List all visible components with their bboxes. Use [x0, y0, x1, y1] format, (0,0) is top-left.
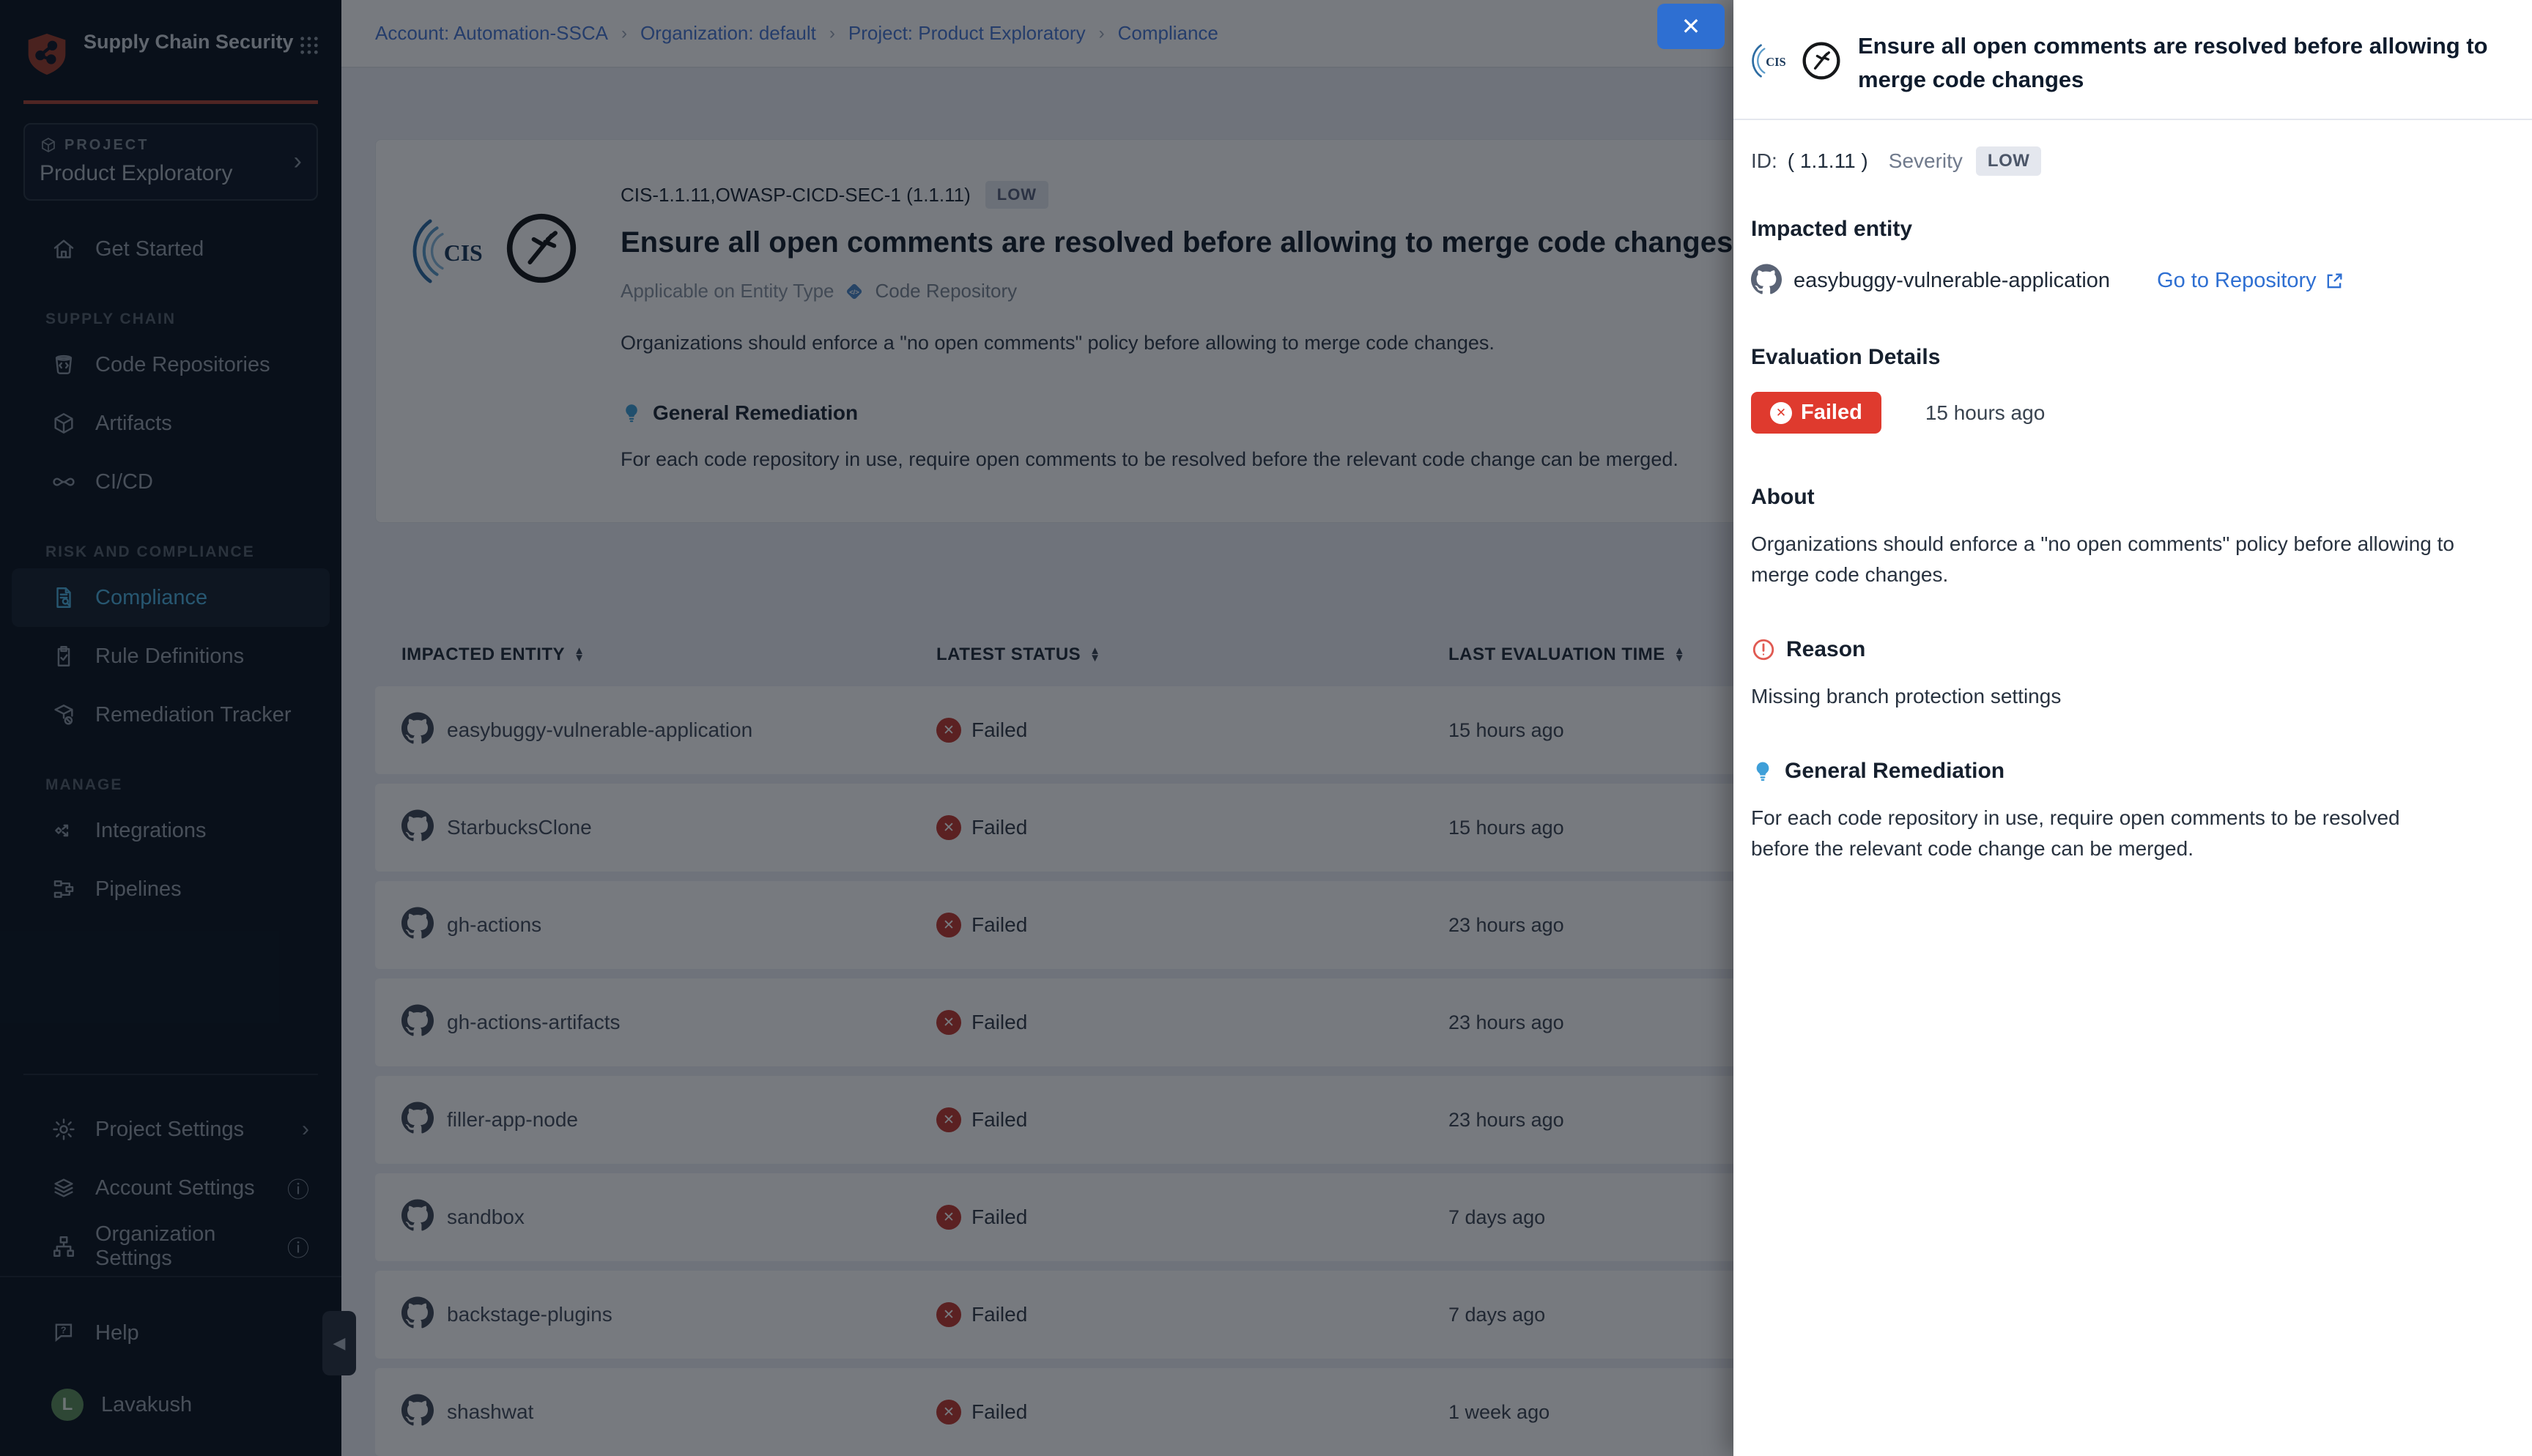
reason-heading: Reason	[1786, 637, 1865, 662]
impacted-entity-row: easybuggy-vulnerable-application Go to R…	[1751, 264, 2500, 298]
general-remediation-heading: General Remediation	[1785, 759, 2004, 784]
rule-id-row: ID: ( 1.1.11 ) Severity LOW	[1751, 146, 2500, 176]
general-remediation-text: For each code repository in use, require…	[1751, 803, 2454, 864]
id-label: ID:	[1751, 149, 1777, 173]
id-value: ( 1.1.11 )	[1788, 149, 1868, 173]
modal-overlay[interactable]	[0, 0, 1733, 1456]
external-link-icon	[2324, 271, 2344, 291]
entity-name: easybuggy-vulnerable-application	[1793, 269, 2110, 293]
reason-text: Missing branch protection settings	[1751, 681, 2454, 712]
failed-status-badge: ✕ Failed	[1751, 392, 1881, 434]
evaluation-details-heading: Evaluation Details	[1751, 345, 2500, 370]
svg-text:CIS: CIS	[1766, 55, 1785, 69]
severity-label: Severity	[1889, 149, 1963, 173]
about-heading: About	[1751, 485, 2500, 510]
cis-logo-small: CIS	[1751, 40, 1793, 86]
evaluation-status-row: ✕ Failed 15 hours ago	[1751, 392, 2500, 434]
github-icon	[1751, 264, 1782, 298]
go-to-repository-link[interactable]: Go to Repository	[2157, 269, 2344, 293]
lightbulb-icon	[1751, 759, 1774, 783]
about-text: Organizations should enforce a "no open …	[1751, 529, 2454, 590]
severity-badge: LOW	[1976, 146, 2041, 176]
panel-title: Ensure all open comments are resolved be…	[1858, 29, 2500, 97]
evaluation-time: 15 hours ago	[1925, 401, 2045, 425]
detail-panel: CIS Ensure all open comments are resolve…	[1733, 0, 2532, 1456]
close-panel-button[interactable]: ✕	[1657, 4, 1725, 49]
app-root: Supply Chain Security PROJECT Product Ex…	[0, 0, 2532, 1456]
owasp-logo-small	[1801, 40, 1842, 85]
impacted-entity-heading: Impacted entity	[1751, 217, 2500, 242]
alert-circle-icon	[1751, 637, 1776, 662]
circle-x-icon: ✕	[1770, 402, 1792, 424]
